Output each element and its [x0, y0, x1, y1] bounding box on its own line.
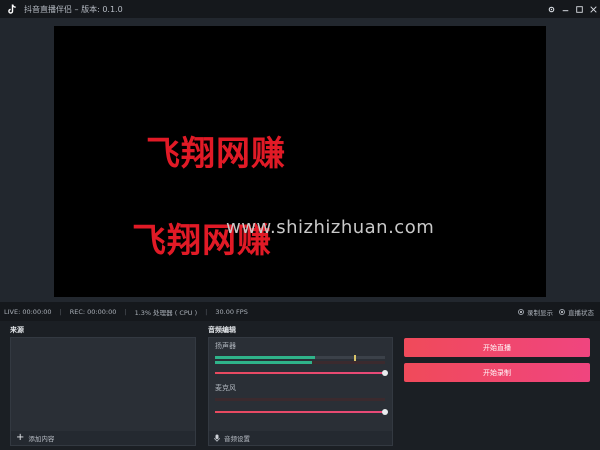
add-source-label: 添加内容 — [28, 435, 55, 443]
cpu-usage: 1.3% 处理器 ( CPU ) — [134, 308, 198, 317]
preview-stage: 飞翔网赚 飞翔网赚 www.shizhizhuan.com — [0, 18, 600, 302]
mic-volume-fill — [215, 411, 387, 413]
add-source-button[interactable]: + 添加内容 — [11, 431, 195, 445]
mic-volume-slider[interactable] — [215, 409, 388, 415]
audio-title: 音频编辑 — [208, 326, 236, 334]
speaker-level-meter — [215, 355, 385, 361]
fps-readout: 30.00 FPS — [215, 307, 248, 316]
radio-icon — [559, 308, 565, 315]
radio-icon — [518, 308, 524, 315]
speaker-level-fill-right — [215, 361, 312, 364]
speaker-level-fill — [215, 356, 315, 359]
speaker-volume-knob[interactable] — [382, 370, 388, 376]
speaker-level-meter-right — [215, 361, 385, 364]
record-display-label: 录制显示 — [527, 308, 553, 317]
preview-canvas[interactable]: 飞翔网赚 飞翔网赚 www.shizhizhuan.com — [54, 26, 546, 297]
bottom-panel: 来源 + 添加内容 音频编辑 扬声器 麦克风 音频设置 开始直播 开始录制 — [0, 321, 600, 450]
speaker-volume-slider[interactable] — [215, 370, 388, 376]
speaker-label: 扬声器 — [215, 342, 236, 350]
audio-mixer: 扬声器 麦克风 音频设置 — [208, 337, 393, 446]
live-timer: LIVE: 00:00:00 — [4, 307, 52, 316]
minimize-icon[interactable] — [558, 0, 572, 18]
divider: | — [124, 307, 127, 316]
sources-list[interactable]: + 添加内容 — [10, 337, 196, 446]
status-bar: LIVE: 00:00:00 | REC: 00:00:00 | 1.3% 处理… — [0, 302, 600, 321]
live-status-label: 直播状态 — [568, 308, 594, 317]
divider: | — [205, 307, 208, 316]
mic-volume-knob[interactable] — [382, 409, 388, 415]
live-status-option[interactable]: 直播状态 — [559, 307, 594, 317]
tiktok-logo-icon — [4, 0, 20, 18]
watermark-text-1: 飞翔网赚 — [146, 134, 286, 174]
audio-settings-button[interactable]: 音频设置 — [209, 431, 392, 445]
microphone-icon — [214, 434, 220, 442]
speaker-volume-fill — [215, 372, 387, 374]
rec-timer: REC: 00:00:00 — [69, 307, 117, 316]
maximize-icon[interactable] — [572, 0, 586, 18]
gear-icon[interactable] — [544, 0, 558, 18]
plus-icon: + — [16, 432, 25, 443]
sources-title: 来源 — [10, 326, 24, 334]
close-icon[interactable] — [586, 0, 600, 18]
divider: | — [59, 307, 62, 316]
start-record-button[interactable]: 开始录制 — [404, 363, 590, 382]
mic-level-meter — [215, 398, 385, 401]
app-title: 抖音直播伴侣 – 版本: 0.1.0 — [24, 4, 123, 14]
title-bar: 抖音直播伴侣 – 版本: 0.1.0 — [0, 0, 600, 18]
mic-label: 麦克风 — [215, 384, 236, 392]
audio-settings-label: 音频设置 — [224, 435, 250, 443]
start-live-button[interactable]: 开始直播 — [404, 338, 590, 357]
record-display-option[interactable]: 录制显示 — [518, 307, 553, 317]
watermark-url: www.shizhizhuan.com — [226, 217, 435, 238]
